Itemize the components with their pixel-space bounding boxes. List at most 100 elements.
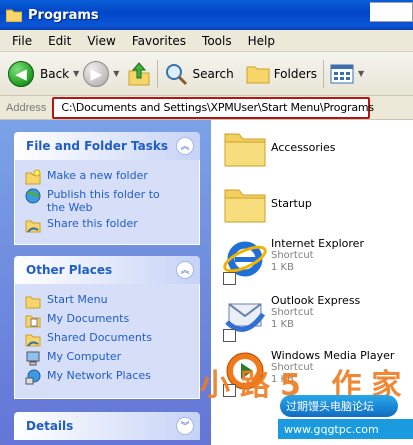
panel-title: File and Folder Tasks <box>26 139 169 153</box>
watermark-url: www.gqgtpc.com <box>284 422 379 436</box>
panel-header[interactable]: File and Folder Tasks ︽ <box>14 132 200 160</box>
address-label: Address <box>6 101 47 114</box>
file-name: Accessories <box>271 141 336 154</box>
panel-body: Start Menu My Documents Shared Documents <box>14 284 200 399</box>
folders-button[interactable]: Folders <box>246 57 317 91</box>
place-label: Shared Documents <box>47 331 152 344</box>
share-folder-icon <box>25 220 41 233</box>
place-label: My Documents <box>47 312 130 325</box>
menu-view[interactable]: View <box>79 34 123 48</box>
forward-dropdown-icon[interactable]: ▼ <box>113 69 119 78</box>
file-item-startup[interactable]: Startup <box>221 180 411 228</box>
toolbar: ◀ Back ▼ ▶ ▼ Search Folders ▼ <box>0 52 413 96</box>
task-share-folder[interactable]: Share this folder <box>25 217 199 233</box>
watermark-url-bar: www.gqgtpc.com <box>278 419 413 439</box>
shortcut-arrow-icon <box>223 272 236 285</box>
place-label: My Computer <box>47 350 122 363</box>
forward-button[interactable]: ▶ ▼ <box>83 57 123 91</box>
my-computer-icon <box>26 351 40 366</box>
file-name: Internet Explorer <box>271 237 364 250</box>
search-label: Search <box>192 66 234 81</box>
place-shared-documents[interactable]: Shared Documents <box>25 331 199 347</box>
views-icon <box>330 64 354 83</box>
task-publish-to-web[interactable]: Publish this folder to the Web <box>25 188 199 214</box>
file-item-internet-explorer[interactable]: Internet Explorer Shortcut 1 KB <box>221 235 411 285</box>
shortcut-arrow-icon <box>223 329 236 342</box>
folder-up-icon <box>128 61 150 85</box>
views-button[interactable]: ▼ <box>330 57 368 91</box>
folders-label: Folders <box>273 66 318 81</box>
folders-icon <box>246 66 270 83</box>
expand-chevron-icon[interactable]: ︾ <box>176 417 194 435</box>
file-info: Startup <box>271 180 312 228</box>
panel-title: Details <box>26 419 74 433</box>
file-size: 1 KB <box>271 319 294 330</box>
task-label: Make a new folder <box>47 169 148 182</box>
shortcut-icon <box>221 292 269 342</box>
menu-favorites[interactable]: Favorites <box>124 34 194 48</box>
file-name: Outlook Express <box>271 294 361 307</box>
details-panel: Details ︾ <box>14 412 200 440</box>
place-label: Start Menu <box>47 293 108 306</box>
folder-icon <box>224 133 266 167</box>
menu-file[interactable]: File <box>4 34 40 48</box>
watermark-brand: 过期馒头电脑论坛 <box>286 401 374 413</box>
my-documents-icon <box>25 315 41 328</box>
file-info: Outlook Express Shortcut 1 KB <box>271 292 360 340</box>
place-my-network-places[interactable]: My Network Places <box>25 369 199 385</box>
menu-edit[interactable]: Edit <box>40 34 79 48</box>
address-bar: Address C:\Documents and Settings\XPMUse… <box>0 96 413 120</box>
globe-publish-icon <box>25 188 41 204</box>
menu-help[interactable]: Help <box>240 34 283 48</box>
panel-header[interactable]: Details ︾ <box>14 412 200 440</box>
file-kind: Shortcut <box>271 250 314 261</box>
task-label: Share this folder <box>47 217 138 230</box>
back-dropdown-icon[interactable]: ▼ <box>73 69 79 78</box>
watermark-badge: 过期馒头电脑论坛 <box>280 395 398 417</box>
folder-icon <box>25 296 41 309</box>
file-item-outlook-express[interactable]: Outlook Express Shortcut 1 KB <box>221 292 411 342</box>
back-label: Back <box>40 66 70 81</box>
task-pane: File and Folder Tasks ︽ Make a new folde… <box>0 120 211 445</box>
folder-icon <box>6 9 22 22</box>
collapse-chevron-icon[interactable]: ︽ <box>176 261 194 279</box>
address-field-end <box>370 2 413 22</box>
title-bar: Programs <box>0 0 413 30</box>
shared-documents-icon <box>25 334 41 347</box>
search-icon <box>166 63 188 85</box>
new-folder-icon <box>25 169 41 185</box>
up-button[interactable] <box>127 57 151 91</box>
panel-title: Other Places <box>26 263 113 277</box>
place-label: My Network Places <box>47 369 151 382</box>
panel-header[interactable]: Other Places ︽ <box>14 256 200 284</box>
window-title: Programs <box>28 7 99 23</box>
file-item-accessories[interactable]: Accessories <box>221 124 411 172</box>
place-start-menu[interactable]: Start Menu <box>25 293 199 309</box>
file-info: Accessories <box>271 124 335 172</box>
toolbar-separator <box>323 59 325 88</box>
network-places-icon <box>25 369 41 385</box>
other-places-panel: Other Places ︽ Start Menu My Documents S… <box>14 256 200 399</box>
file-kind: Shortcut <box>271 307 314 318</box>
search-button[interactable]: Search <box>164 57 234 91</box>
address-input[interactable]: C:\Documents and Settings\XPMUser\Start … <box>52 96 374 119</box>
panel-body: Make a new folder Publish this folder to… <box>14 160 200 245</box>
task-make-new-folder[interactable]: Make a new folder <box>25 169 199 185</box>
shortcut-icon <box>221 235 269 285</box>
file-name: Startup <box>271 197 312 210</box>
collapse-chevron-icon[interactable]: ︽ <box>176 137 194 155</box>
back-button[interactable]: ◀ Back ▼ <box>8 57 83 91</box>
file-info: Internet Explorer Shortcut 1 KB <box>271 235 364 283</box>
place-my-documents[interactable]: My Documents <box>25 312 199 328</box>
file-size: 1 KB <box>271 262 294 273</box>
place-my-computer[interactable]: My Computer <box>25 350 199 366</box>
task-label: Publish this folder to the Web <box>47 188 160 214</box>
file-folder-tasks-panel: File and Folder Tasks ︽ Make a new folde… <box>14 132 200 245</box>
views-dropdown-icon[interactable]: ▼ <box>358 69 364 78</box>
menu-bar: File Edit View Favorites Tools Help <box>0 30 413 52</box>
toolbar-separator <box>157 59 159 88</box>
back-arrow-icon: ◀ <box>8 60 34 87</box>
forward-arrow-icon: ▶ <box>83 60 110 87</box>
menu-tools[interactable]: Tools <box>194 34 240 48</box>
folder-icon <box>224 189 266 223</box>
